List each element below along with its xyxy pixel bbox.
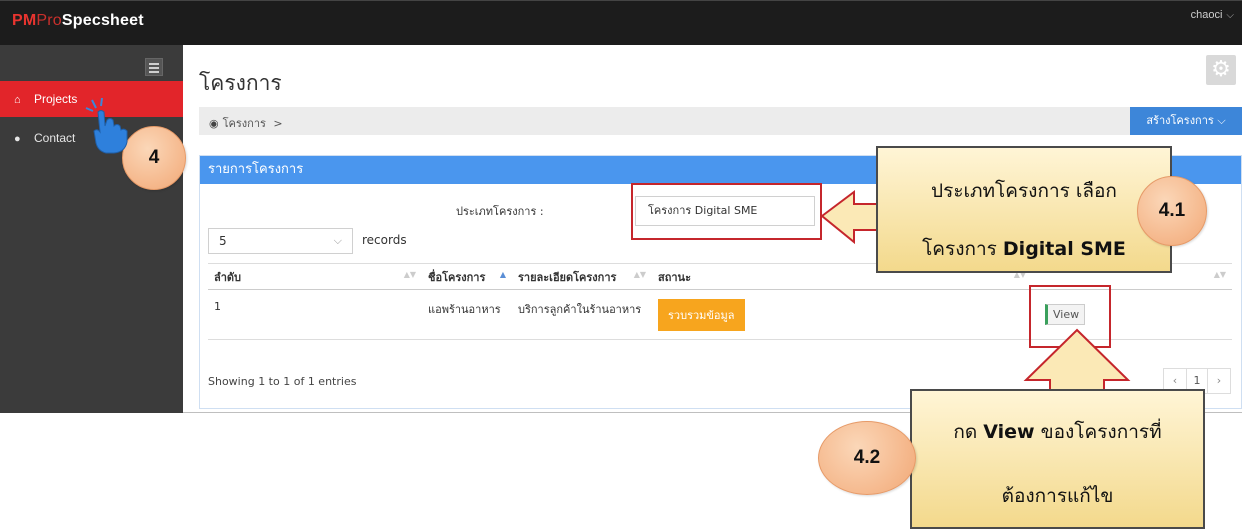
- user-icon: ●: [14, 133, 21, 145]
- page-length-select[interactable]: 5 ⌵: [208, 228, 353, 254]
- breadcrumb-separator: >: [273, 117, 283, 130]
- create-project-label: สร้างโครงการ: [1146, 114, 1214, 127]
- cell-index: 1: [208, 289, 422, 340]
- callout-view-line2: ต้องการแก้ไข: [1001, 485, 1114, 507]
- highlight-filter-box: [631, 183, 822, 240]
- cell-name: แอพร้านอาหาร: [422, 289, 512, 340]
- cell-detail: บริการลูกค้าในร้านอาหาร: [512, 289, 652, 340]
- col-detail[interactable]: รายละเอียดโครงการ ▲▼: [512, 263, 652, 290]
- sidebar-item-label: Projects: [34, 92, 78, 106]
- top-bar: PMProSpecsheet chaoci ⌵: [0, 0, 1242, 45]
- brand-logo[interactable]: PMProSpecsheet: [12, 12, 144, 30]
- entries-info: Showing 1 to 1 of 1 entries: [208, 375, 357, 388]
- chevron-down-icon: ⌵: [1226, 10, 1234, 21]
- brand-part-pm: PM: [12, 12, 37, 29]
- menu-toggle-icon[interactable]: [145, 58, 163, 76]
- step-4-2-badge: 4.2: [818, 421, 916, 495]
- pointer-hand-icon: [85, 98, 128, 154]
- chevron-down-icon: ⌵: [1217, 114, 1226, 127]
- gear-icon[interactable]: ⚙: [1206, 55, 1236, 85]
- dashboard-icon: ◉: [209, 117, 219, 130]
- page-length-label: records: [362, 233, 407, 247]
- callout-view-hint: กด View ของโครงการที่ ต้องการแก้ไข: [910, 389, 1205, 529]
- cell-status: รวบรวมข้อมูล: [652, 289, 1032, 340]
- callout-filter-line2: โครงการ Digital SME: [922, 238, 1126, 260]
- sidebar-item-label: Contact: [34, 131, 76, 145]
- sort-icon: ▲▼: [633, 270, 646, 279]
- brand-part-pro: Pro: [36, 12, 62, 29]
- breadcrumb-bar: ◉ โครงการ > สร้างโครงการ ⌵: [199, 107, 1242, 135]
- page-length-value: 5: [219, 234, 227, 248]
- sort-icon: ▲▼: [403, 270, 416, 279]
- breadcrumb-item[interactable]: โครงการ: [223, 117, 266, 130]
- callout-filter-hint: ประเภทโครงการ เลือก โครงการ Digital SME: [876, 146, 1172, 273]
- step-4-1-badge: 4.1: [1137, 176, 1207, 246]
- callout-filter-line1: ประเภทโครงการ เลือก: [931, 180, 1117, 202]
- arrow-up-callout: [1023, 328, 1131, 393]
- sort-icon: ▲▼: [1213, 270, 1226, 279]
- chevron-down-icon: ⌵: [333, 234, 342, 247]
- status-badge[interactable]: รวบรวมข้อมูล: [658, 298, 745, 331]
- brand-part-specsheet: Specsheet: [61, 12, 144, 29]
- col-name[interactable]: ชื่อโครงการ ▲: [422, 263, 512, 290]
- sort-asc-icon: ▲: [499, 270, 506, 279]
- user-menu[interactable]: chaoci ⌵: [1191, 9, 1234, 21]
- callout-view-line1: กด View ของโครงการที่: [953, 421, 1162, 443]
- user-name: chaoci: [1190, 9, 1223, 21]
- project-type-label: ประเภทโครงการ :: [456, 205, 544, 218]
- create-project-button[interactable]: สร้างโครงการ ⌵: [1130, 107, 1242, 135]
- col-index[interactable]: ลำดับ ▲▼: [208, 263, 422, 290]
- page-title: โครงการ: [199, 71, 282, 95]
- home-icon: ⌂: [14, 94, 21, 106]
- breadcrumb: ◉ โครงการ >: [209, 114, 283, 132]
- pager-next-button[interactable]: ›: [1208, 369, 1230, 393]
